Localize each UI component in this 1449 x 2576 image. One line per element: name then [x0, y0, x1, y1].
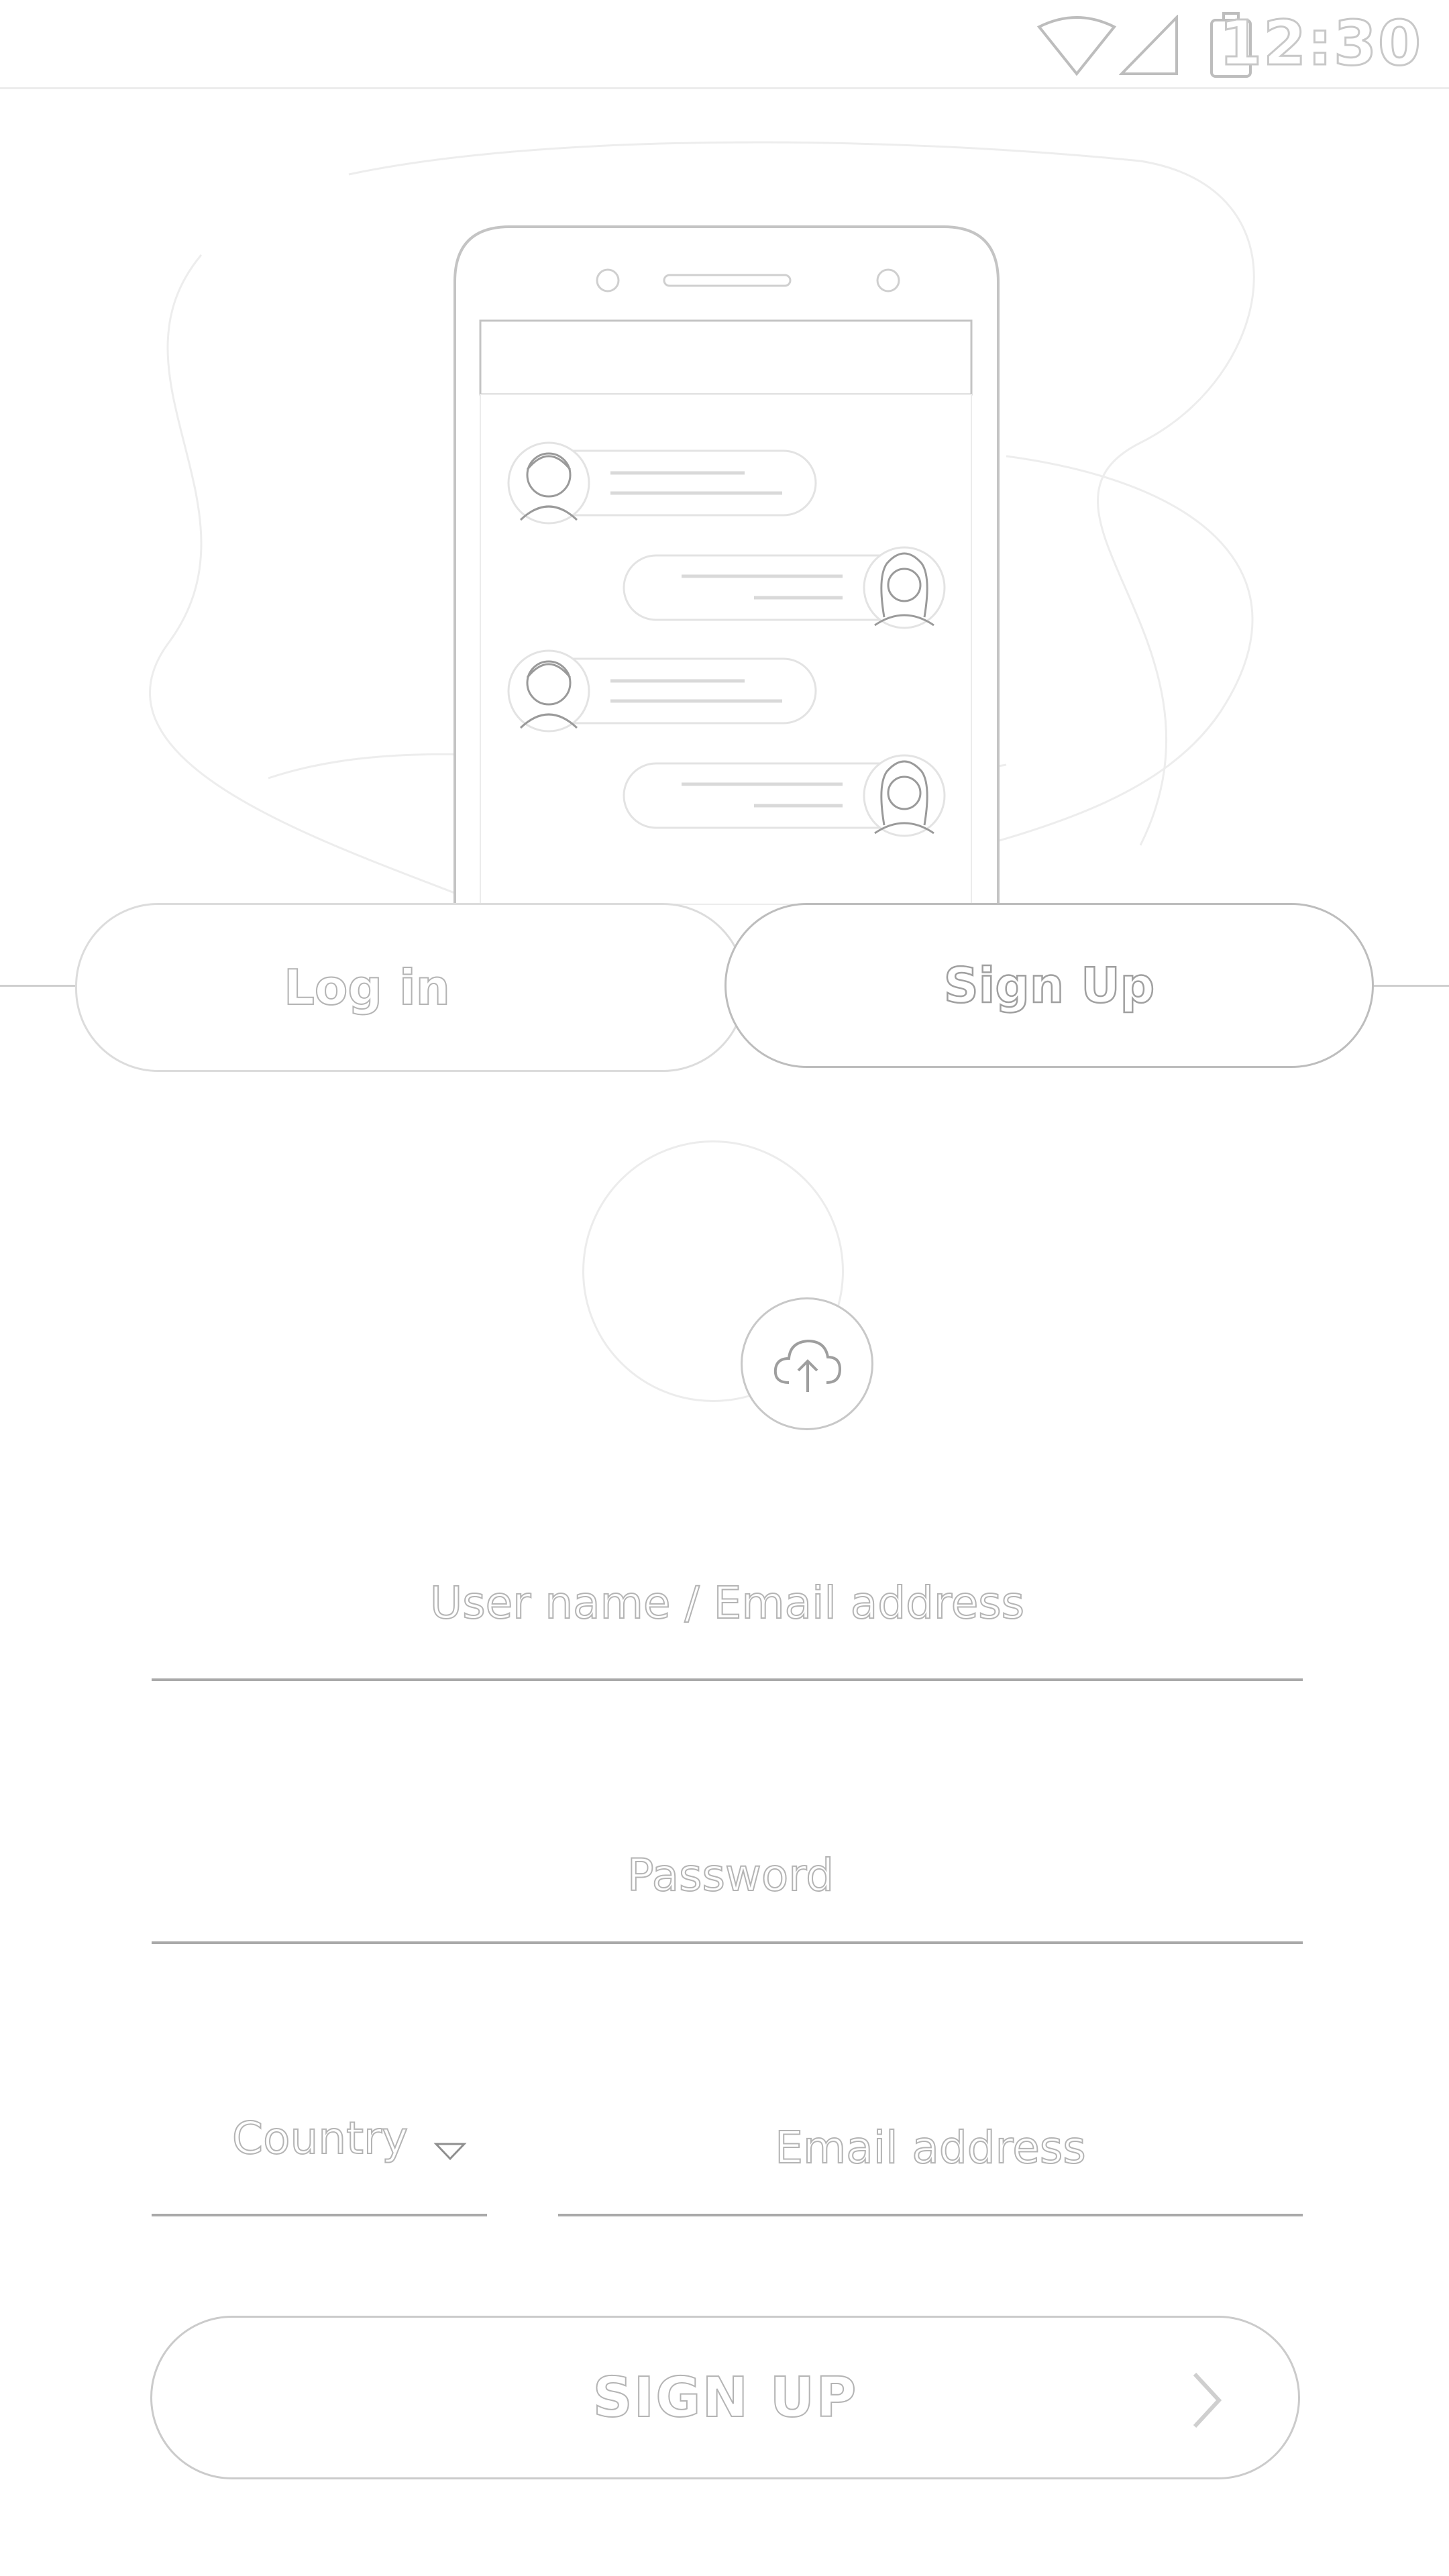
phone-sensor [876, 268, 900, 292]
country-label: Country [231, 2112, 409, 2165]
cloud-upload-icon [773, 1339, 842, 1392]
signup-submit-button[interactable]: SIGN UP [150, 2316, 1300, 2479]
username-placeholder: User name / Email address [429, 1576, 1025, 1629]
tab-login[interactable]: Log in [75, 903, 746, 1072]
phone-chat-illustration [149, 141, 1255, 906]
email-placeholder: Email address [774, 2121, 1086, 2174]
male-avatar-icon [507, 441, 590, 525]
username-underline [152, 1678, 1303, 1681]
phone-speaker [663, 274, 792, 287]
phone-camera [596, 268, 620, 292]
background-curve [149, 254, 470, 900]
status-bar: 12:30 [0, 0, 1449, 89]
signal-icon [1119, 15, 1178, 75]
wifi-icon [1036, 16, 1117, 76]
phone-screen-header [479, 319, 973, 396]
username-field[interactable]: User name / Email address [152, 1576, 1303, 1684]
chevron-right-icon [1193, 2372, 1222, 2428]
country-underline [152, 2214, 487, 2216]
password-field[interactable]: Password [152, 1849, 1303, 1949]
email-underline [558, 2214, 1303, 2216]
tab-login-label: Log in [283, 959, 451, 1016]
upload-photo-button[interactable] [741, 1297, 873, 1430]
tab-signup-label: Sign Up [943, 957, 1156, 1015]
female-avatar-icon [863, 754, 946, 837]
status-time: 12:30 [1218, 7, 1422, 80]
email-field[interactable]: Email address [558, 2121, 1303, 2222]
country-select[interactable]: Country [152, 2112, 487, 2219]
chevron-down-icon [433, 2143, 467, 2161]
tab-signup[interactable]: Sign Up [724, 903, 1374, 1068]
male-avatar-icon [507, 649, 590, 733]
female-avatar-icon [863, 546, 946, 629]
signup-submit-label: SIGN UP [592, 2365, 858, 2430]
password-underline [152, 1941, 1303, 1944]
password-placeholder: Password [627, 1849, 835, 1902]
